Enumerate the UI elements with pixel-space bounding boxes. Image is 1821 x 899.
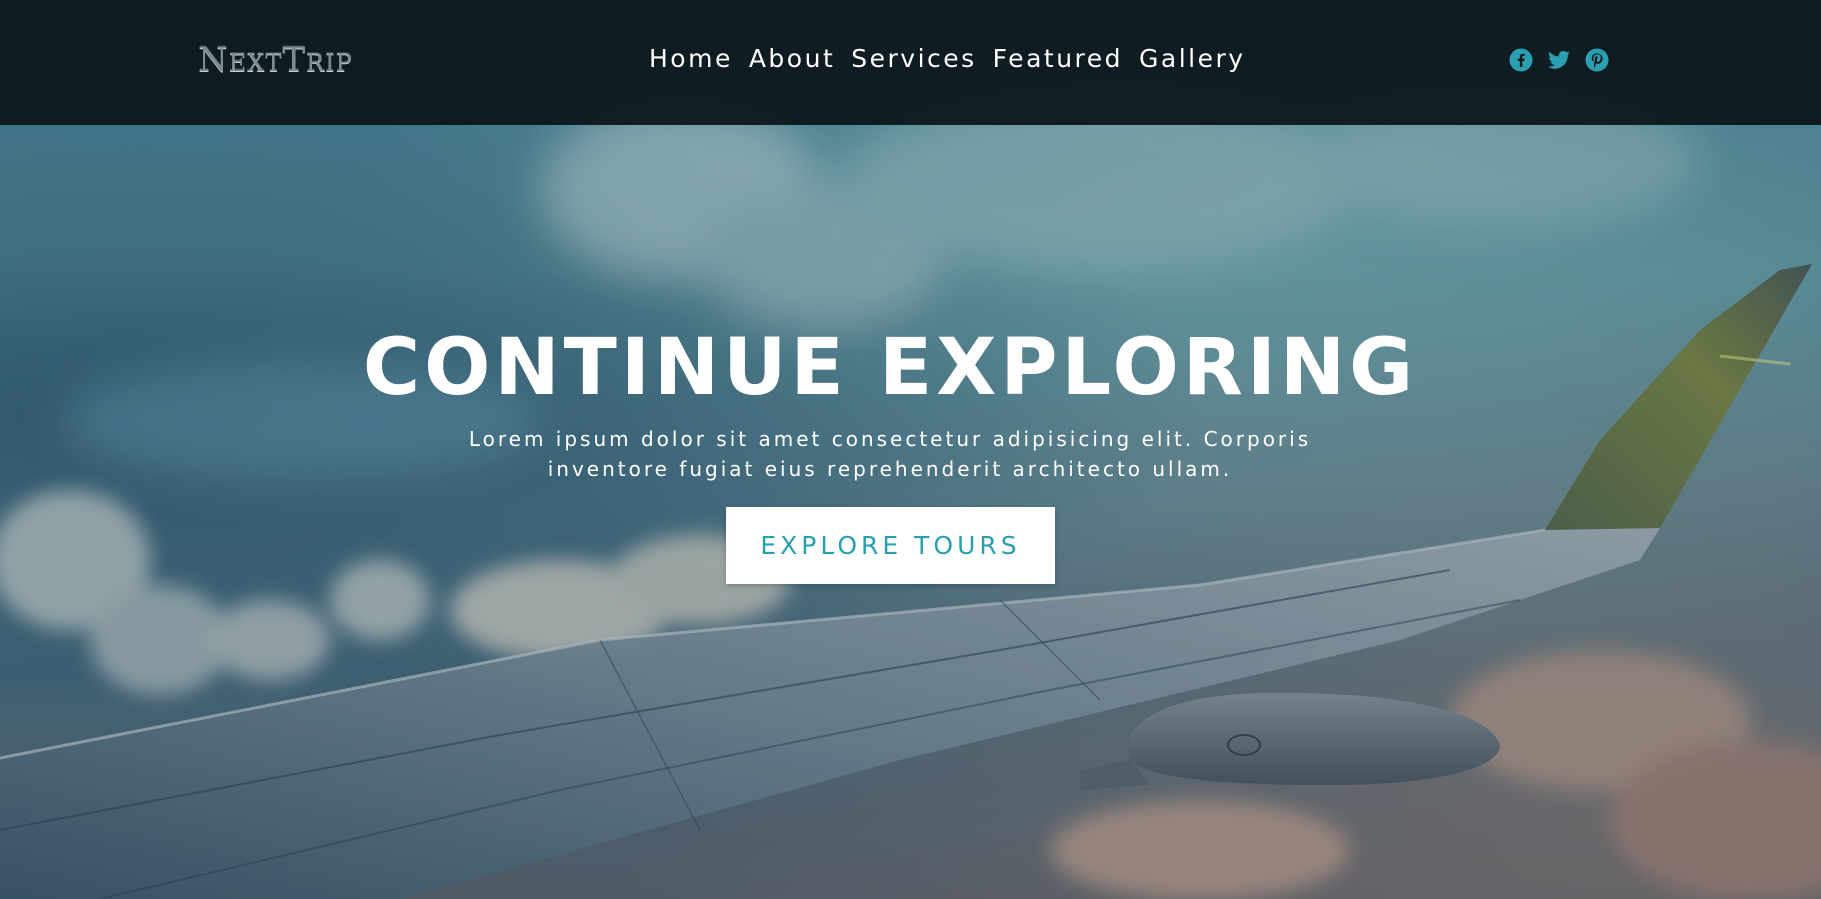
explore-tours-button[interactable]: EXPLORE TOURS bbox=[726, 507, 1055, 584]
twitter-icon[interactable] bbox=[1547, 48, 1571, 72]
nav-link-gallery[interactable]: Gallery bbox=[1139, 44, 1246, 73]
nav-link-about[interactable]: About bbox=[749, 44, 835, 73]
pinterest-icon[interactable] bbox=[1585, 48, 1609, 72]
nav-link-featured[interactable]: Featured bbox=[993, 44, 1123, 73]
site-logo[interactable]: NextTrip bbox=[198, 40, 353, 80]
facebook-icon[interactable] bbox=[1509, 48, 1533, 72]
hero-title: CONTINUE EXPLORING bbox=[362, 323, 1418, 413]
nav-link-home[interactable]: Home bbox=[649, 44, 733, 73]
nav-link-services[interactable]: Services bbox=[851, 44, 976, 73]
social-links bbox=[1509, 48, 1609, 72]
site-header: NextTrip Home About Services Featured Ga… bbox=[0, 0, 1821, 125]
hero-subtitle: Lorem ipsum dolor sit amet consectetur a… bbox=[468, 427, 1312, 481]
main-nav: Home About Services Featured Gallery bbox=[649, 44, 1246, 73]
